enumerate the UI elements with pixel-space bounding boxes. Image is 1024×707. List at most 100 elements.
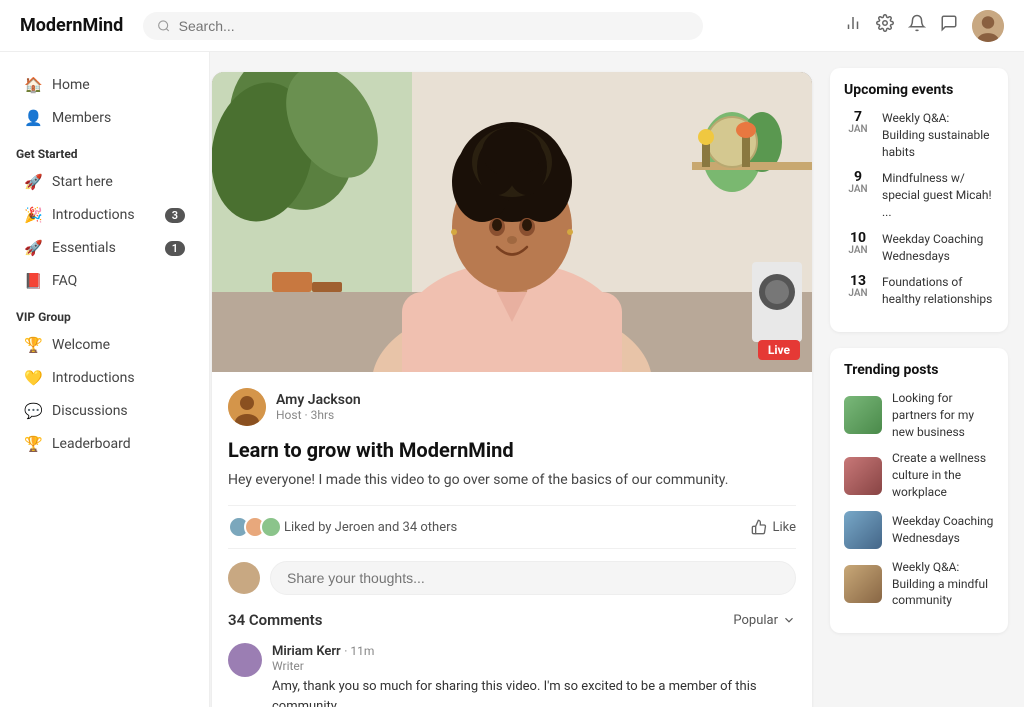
gear-icon[interactable] <box>876 14 894 37</box>
commenter-name-text: Miriam Kerr <box>272 644 341 659</box>
user-avatar[interactable] <box>972 10 1004 42</box>
search-icon <box>157 19 170 33</box>
trending-item-1[interactable]: Create a wellness culture in the workpla… <box>844 450 994 500</box>
likes-avatars <box>228 516 276 538</box>
sidebar-label-essentials: Essentials <box>52 240 155 256</box>
bell-icon[interactable] <box>908 14 926 37</box>
comment-text: Amy, thank you so much for sharing this … <box>272 677 796 707</box>
comment-input-row <box>228 561 796 595</box>
sidebar-item-vip-welcome[interactable]: 🏆 Welcome <box>8 329 201 361</box>
header: ModernMind <box>0 0 1024 52</box>
search-bar[interactable] <box>143 12 703 40</box>
vip-discussions-icon: 💬 <box>24 402 42 420</box>
sort-label: Popular <box>733 613 778 628</box>
events-title: Upcoming events <box>844 82 994 98</box>
event-day-0: 7 <box>844 110 872 124</box>
post-content: Amy Jackson Host · 3hrs Learn to grow wi… <box>212 372 812 707</box>
trending-post-title-3: Weekly Q&A: Building a mindful community <box>892 559 994 609</box>
vip-introductions-icon: 💛 <box>24 369 42 387</box>
start-here-icon: 🚀 <box>24 173 42 191</box>
event-item-3[interactable]: 13 JAN Foundations of healthy relationsh… <box>844 274 994 308</box>
sidebar-item-introductions[interactable]: 🎉 Introductions 3 <box>8 199 201 231</box>
search-input[interactable] <box>179 18 690 34</box>
event-day-3: 13 <box>844 274 872 288</box>
comments-header: 34 Comments Popular <box>228 611 796 629</box>
event-item-2[interactable]: 10 JAN Weekday Coaching Wednesdays <box>844 231 994 265</box>
sidebar-item-home[interactable]: 🏠 Home <box>8 69 201 101</box>
vip-welcome-icon: 🏆 <box>24 336 42 354</box>
thumbs-up-icon <box>751 519 767 535</box>
trending-thumb-2 <box>844 511 882 549</box>
main-layout: 🏠 Home 👤 Members Get Started 🚀 Start her… <box>0 52 1024 707</box>
introductions-icon: 🎉 <box>24 206 42 224</box>
like-button[interactable]: Like <box>751 519 796 535</box>
trending-widget: Trending posts Looking for partners for … <box>830 348 1008 633</box>
event-month-0: JAN <box>844 124 872 135</box>
comment-input[interactable] <box>270 561 796 595</box>
trending-post-title-2: Weekday Coaching Wednesdays <box>892 513 994 547</box>
essentials-icon: 🚀 <box>24 239 42 257</box>
sidebar-item-members[interactable]: 👤 Members <box>8 102 201 134</box>
sidebar-item-vip-leaderboard[interactable]: 🏆 Leaderboard <box>8 428 201 460</box>
video-wrapper[interactable]: Live <box>212 72 812 372</box>
essentials-badge: 1 <box>165 241 185 256</box>
likes-text: Liked by Jeroen and 34 others <box>284 520 457 535</box>
trending-post-title-1: Create a wellness culture in the workpla… <box>892 450 994 500</box>
vip-group-section-title: VIP Group <box>0 298 209 328</box>
trending-item-2[interactable]: Weekday Coaching Wednesdays <box>844 511 994 549</box>
commenter-time: · 11m <box>344 644 374 658</box>
home-icon: 🏠 <box>24 76 42 94</box>
comments-count: 34 Comments <box>228 611 322 629</box>
event-day-1: 9 <box>844 170 872 184</box>
sidebar-label-vip-welcome: Welcome <box>52 337 185 353</box>
live-badge: Live <box>758 340 800 360</box>
event-title-1: Mindfulness w/ special guest Micah! ... <box>882 170 994 220</box>
event-month-3: JAN <box>844 288 872 299</box>
sidebar-item-vip-discussions[interactable]: 💬 Discussions <box>8 395 201 427</box>
analytics-icon[interactable] <box>844 14 862 37</box>
author-name: Amy Jackson <box>276 392 796 408</box>
trending-thumb-3 <box>844 565 882 603</box>
video-post-card: Live Amy Jac <box>212 72 812 707</box>
sidebar-label-introductions: Introductions <box>52 207 155 223</box>
trending-title: Trending posts <box>844 362 994 378</box>
chat-icon[interactable] <box>940 14 958 37</box>
trending-item-0[interactable]: Looking for partners for my new business <box>844 390 994 440</box>
commenter-name: Miriam Kerr · 11m <box>272 643 796 659</box>
logo: ModernMind <box>20 15 123 36</box>
sidebar-item-faq[interactable]: 📕 FAQ <box>8 265 201 297</box>
trending-post-title-0: Looking for partners for my new business <box>892 390 994 440</box>
commenter-role: Writer <box>272 659 796 673</box>
likes-left: Liked by Jeroen and 34 others <box>228 516 457 538</box>
event-date-2: 10 JAN <box>844 231 872 256</box>
event-title-2: Weekday Coaching Wednesdays <box>882 231 994 265</box>
comment-body: Miriam Kerr · 11m Writer Amy, thank you … <box>272 643 796 707</box>
introductions-badge: 3 <box>165 208 185 223</box>
sidebar-item-essentials[interactable]: 🚀 Essentials 1 <box>8 232 201 264</box>
event-month-2: JAN <box>844 245 872 256</box>
post-body: Hey everyone! I made this video to go ov… <box>228 470 796 491</box>
sidebar-item-start-here[interactable]: 🚀 Start here <box>8 166 201 198</box>
event-title-0: Weekly Q&A: Building sustainable habits <box>882 110 994 160</box>
event-date-1: 9 JAN <box>844 170 872 195</box>
event-item-1[interactable]: 9 JAN Mindfulness w/ special guest Micah… <box>844 170 994 220</box>
get-started-section-title: Get Started <box>0 135 209 165</box>
author-info: Amy Jackson Host · 3hrs <box>276 392 796 422</box>
chevron-down-icon <box>782 613 796 627</box>
liker-avatar-3 <box>260 516 282 538</box>
sidebar-item-vip-introductions[interactable]: 💛 Introductions <box>8 362 201 394</box>
trending-item-3[interactable]: Weekly Q&A: Building a mindful community <box>844 559 994 609</box>
sidebar: 🏠 Home 👤 Members Get Started 🚀 Start her… <box>0 52 210 707</box>
comment-item: Miriam Kerr · 11m Writer Amy, thank you … <box>228 643 796 707</box>
current-user-avatar <box>228 562 260 594</box>
sidebar-label-home: Home <box>52 77 185 93</box>
trending-thumb-1 <box>844 457 882 495</box>
sort-dropdown[interactable]: Popular <box>733 613 796 628</box>
commenter-avatar <box>228 643 262 677</box>
event-item-0[interactable]: 7 JAN Weekly Q&A: Building sustainable h… <box>844 110 994 160</box>
events-widget: Upcoming events 7 JAN Weekly Q&A: Buildi… <box>830 68 1008 332</box>
event-date-3: 13 JAN <box>844 274 872 299</box>
post-author: Amy Jackson Host · 3hrs <box>228 388 796 426</box>
sidebar-label-vip-discussions: Discussions <box>52 403 185 419</box>
event-day-2: 10 <box>844 231 872 245</box>
